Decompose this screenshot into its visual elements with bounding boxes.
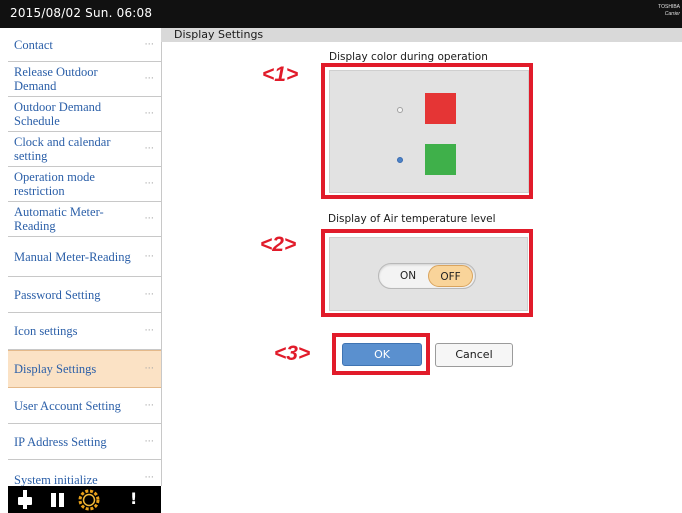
more-dots-icon: ··· <box>144 251 154 262</box>
more-dots-icon: ··· <box>144 289 154 300</box>
sidebar-item-label: Password Setting <box>14 287 101 302</box>
color-red-radio[interactable] <box>397 107 403 113</box>
sidebar-item-manual-meter-reading[interactable]: Manual Meter-Reading ··· <box>8 237 161 277</box>
brand-line-2: Carrier <box>664 11 680 17</box>
sidebar-item-label: IP Address Setting <box>14 434 107 449</box>
brand-logo: TOSHIBA Carrier <box>658 4 680 18</box>
more-dots-icon: ··· <box>144 39 154 50</box>
more-dots-icon: ··· <box>144 325 154 337</box>
sidebar-item-contact[interactable]: Contact ··· <box>8 28 161 62</box>
datetime-display: 2015/08/02 Sun. 06:08 <box>10 6 153 20</box>
sidebar-item-user-account-setting[interactable]: User Account Setting ··· <box>8 388 161 424</box>
sidebar-item-ip-address-setting[interactable]: IP Address Setting ··· <box>8 424 161 460</box>
toggle-off-option[interactable]: OFF <box>428 265 473 287</box>
toggle-on-option[interactable]: ON <box>387 264 429 288</box>
more-dots-icon: ··· <box>144 178 154 190</box>
sidebar-item-label: Operation mode restriction <box>14 170 95 198</box>
sidebar-item-label: Release Outdoor Demand <box>14 65 98 93</box>
exclamation-icon[interactable]: ! <box>130 489 137 508</box>
more-dots-icon: ··· <box>144 400 154 411</box>
more-dots-icon: ··· <box>144 472 154 484</box>
brand-line-1: TOSHIBA <box>658 4 680 10</box>
sidebar-item-clock-calendar[interactable]: Clock and calendar setting ··· <box>8 132 161 167</box>
more-dots-icon: ··· <box>144 143 154 155</box>
sidebar-item-icon-settings[interactable]: Icon settings ··· <box>8 313 161 350</box>
sidebar-item-outdoor-demand-schedule[interactable]: Outdoor Demand Schedule ··· <box>8 97 161 132</box>
page-title: Display Settings <box>174 28 264 41</box>
section-header: Display Settings <box>161 28 682 42</box>
red-color-swatch[interactable] <box>425 93 456 124</box>
more-dots-icon: ··· <box>144 108 154 120</box>
sidebar-item-label: Manual Meter-Reading <box>14 249 131 264</box>
pause-icon[interactable] <box>51 490 64 509</box>
sidebar-item-label: Contact <box>14 37 53 52</box>
gear-icon[interactable] <box>78 489 100 511</box>
sidebar-item-release-outdoor-demand[interactable]: Release Outdoor Demand ··· <box>8 62 161 97</box>
sidebar-item-system-initialize[interactable]: System initialize ··· <box>8 460 161 487</box>
color-green-radio[interactable] <box>397 157 403 163</box>
sidebar-item-label: Display Settings <box>14 362 97 376</box>
sidebar-item-automatic-meter-reading[interactable]: Automatic Meter-Reading ··· <box>8 202 161 237</box>
more-dots-icon: ··· <box>144 213 154 225</box>
more-dots-icon: ··· <box>144 363 154 375</box>
top-bar: 2015/08/02 Sun. 06:08 TOSHIBA Carrier <box>0 0 682 28</box>
color-section-label: Display color during operation <box>329 51 488 62</box>
sidebar-item-label: Icon settings <box>14 324 78 338</box>
annotation-frame-1 <box>321 63 533 199</box>
power-plug-icon[interactable] <box>17 490 33 509</box>
annotation-marker-3: <3> <box>274 342 311 365</box>
annotation-marker-1: <1> <box>262 63 299 86</box>
sidebar-menu: Contact ··· Release Outdoor Demand ··· O… <box>8 28 162 487</box>
more-dots-icon: ··· <box>144 73 154 85</box>
temperature-section-label: Display of Air temperature level <box>328 213 496 225</box>
sidebar-item-display-settings[interactable]: Display Settings ··· <box>8 350 161 388</box>
more-dots-icon: ··· <box>144 436 154 447</box>
sidebar-item-operation-mode-restriction[interactable]: Operation mode restriction ··· <box>8 167 161 202</box>
sidebar-item-password-setting[interactable]: Password Setting ··· <box>8 277 161 313</box>
temperature-level-toggle[interactable]: ON OFF <box>378 263 476 289</box>
sidebar-item-label: System initialize <box>14 473 98 487</box>
sidebar-item-label: Automatic Meter-Reading <box>14 205 104 233</box>
sidebar-item-label: Outdoor Demand Schedule <box>14 100 102 128</box>
sidebar-item-label: User Account Setting <box>14 398 121 413</box>
ok-button[interactable]: OK <box>342 343 422 366</box>
cancel-button[interactable]: Cancel <box>435 343 513 367</box>
sidebar-item-label: Clock and calendar setting <box>14 135 111 163</box>
annotation-marker-2: <2> <box>260 233 297 256</box>
bottom-toolbar: ! <box>8 486 161 513</box>
green-color-swatch[interactable] <box>425 144 456 175</box>
